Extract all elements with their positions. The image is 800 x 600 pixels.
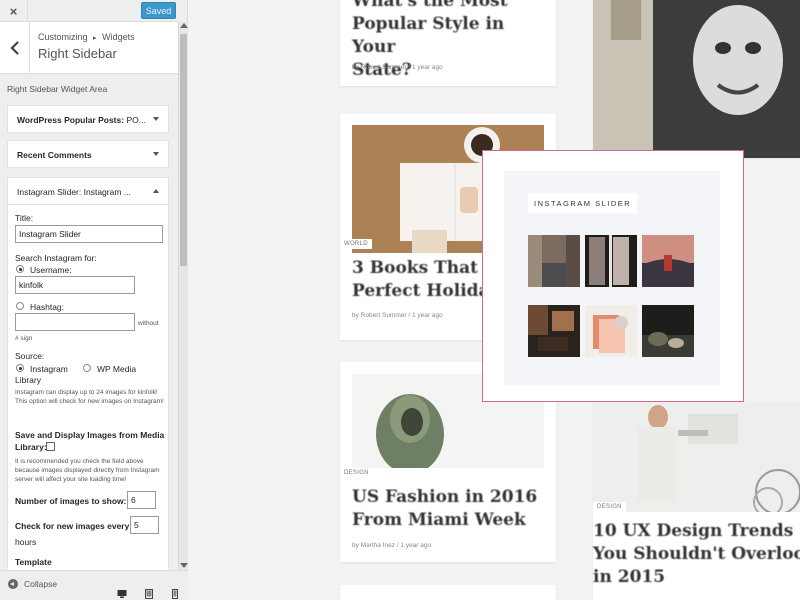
instagram-thumbnail[interactable] xyxy=(642,235,694,287)
close-customizer-button[interactable]: × xyxy=(0,0,28,22)
post-title[interactable]: 10 UX Design Trends You Shouldn't Overlo… xyxy=(593,520,800,589)
widget-area-panel: Customizing ▸ Widgets Right Sidebar Righ… xyxy=(0,22,178,570)
widget-area-description: Right Sidebar Widget Area xyxy=(7,84,108,94)
save-media-label: Save and Display Images from Media Libra… xyxy=(15,430,165,452)
panel-title: Right Sidebar xyxy=(38,46,117,61)
source-media-label: WP Media xyxy=(97,364,137,374)
template-label: Template xyxy=(15,557,52,567)
post-card[interactable]: DESIGN 10 UX Design Trends You Shouldn't… xyxy=(593,402,800,600)
widget-name: WordPress Popular Posts: xyxy=(17,115,125,125)
post-byline: by Martha Inez / 1 year ago xyxy=(352,542,432,549)
post-title[interactable]: US Fashion in 2016 From Miami Week xyxy=(352,486,552,532)
desktop-preview-icon[interactable] xyxy=(117,589,127,599)
widget-subtitle: PO... xyxy=(126,115,146,125)
category-tag[interactable]: WORLD xyxy=(340,239,372,249)
sidebar-scrollbar[interactable] xyxy=(178,22,188,570)
post-card[interactable] xyxy=(593,0,800,158)
num-images-label: Number of images to show: xyxy=(15,496,127,506)
save-media-checkbox[interactable] xyxy=(46,442,55,451)
caret-down-icon[interactable] xyxy=(153,117,159,121)
source-note: Instagram can display up to 24 images fo… xyxy=(15,389,164,405)
tablet-preview-icon[interactable] xyxy=(144,589,154,599)
hashtag-suffix: without xyxy=(138,320,159,327)
source-instagram-radio[interactable] xyxy=(16,364,24,372)
source-instagram-label: Instagram xyxy=(30,364,68,374)
source-media-label-cont: Library xyxy=(15,375,41,385)
widget-recent-comments[interactable]: Recent Comments xyxy=(7,140,169,168)
breadcrumb-separator-icon: ▸ xyxy=(93,35,97,42)
username-radio[interactable] xyxy=(16,265,24,273)
back-button[interactable] xyxy=(0,22,30,74)
title-input[interactable]: Instagram Slider xyxy=(15,225,163,243)
save-media-note: It is recommended you check the field ab… xyxy=(15,458,160,483)
post-card[interactable] xyxy=(340,585,556,600)
category-tag[interactable]: DESIGN xyxy=(593,502,626,512)
caret-down-icon[interactable] xyxy=(153,152,159,156)
username-input[interactable]: kinfolk xyxy=(15,276,135,294)
customizer-sidebar: × Saved Customizing ▸ Widgets Right Side… xyxy=(0,0,188,600)
instagram-thumbnail[interactable] xyxy=(585,235,637,287)
customizer-topbar: × Saved xyxy=(0,0,178,22)
instagram-thumbnail[interactable] xyxy=(528,305,580,357)
caret-up-icon[interactable] xyxy=(153,189,159,193)
check-interval-unit: hours xyxy=(15,537,37,547)
scroll-thumb[interactable] xyxy=(180,34,187,266)
hashtag-radio[interactable] xyxy=(16,302,24,310)
post-image xyxy=(593,0,800,158)
post-image xyxy=(593,402,800,512)
instagram-widget-body: INSTAGRAM SLIDER xyxy=(504,171,720,385)
panel-header: Customizing ▸ Widgets Right Sidebar xyxy=(0,22,178,74)
breadcrumb-root: Customizing xyxy=(38,32,88,42)
instagram-thumbnail[interactable] xyxy=(642,305,694,357)
widget-wordpress-popular-posts[interactable]: WordPress Popular Posts: PO... xyxy=(7,105,169,133)
num-images-input[interactable]: 6 xyxy=(127,491,156,509)
customizer-footer: Collapse xyxy=(0,570,188,600)
username-label: Username: xyxy=(30,265,72,275)
breadcrumb-section: Widgets xyxy=(102,32,135,42)
search-label: Search Instagram for: xyxy=(15,253,97,263)
hashtag-note: # sign xyxy=(15,335,33,342)
mobile-preview-icon[interactable] xyxy=(170,589,180,599)
collapse-arrow-icon xyxy=(8,579,18,589)
source-label: Source: xyxy=(15,351,45,361)
saved-button[interactable]: Saved xyxy=(141,2,176,19)
widget-instagram-slider[interactable]: Instagram Slider: Instagram ... xyxy=(7,177,169,205)
instagram-thumbnail[interactable] xyxy=(528,235,580,287)
widget-subtitle: Instagram ... xyxy=(83,187,131,197)
category-tag[interactable]: DESIGN xyxy=(340,468,373,478)
instagram-widget-title: INSTAGRAM SLIDER xyxy=(528,193,638,213)
widget-name: Recent Comments xyxy=(17,150,92,160)
check-interval-input[interactable]: 5 xyxy=(130,516,159,534)
breadcrumb: Customizing ▸ Widgets xyxy=(38,32,135,42)
widget-name: Instagram Slider: xyxy=(17,187,82,197)
post-card[interactable]: What's the Most Popular Style in Your St… xyxy=(340,0,556,86)
site-preview: What's the Most Popular Style in Your St… xyxy=(188,0,800,600)
post-byline: by Robert Summer / 1 year ago xyxy=(352,312,443,319)
collapse-button[interactable]: Collapse xyxy=(8,579,57,589)
post-byline: by Robert Summer / 1 year ago xyxy=(352,64,443,71)
instagram-widget-form: Title: Instagram Slider Search Instagram… xyxy=(7,205,169,570)
hashtag-label: Hashtag: xyxy=(30,302,65,312)
chevron-left-icon xyxy=(9,41,19,55)
source-media-radio[interactable] xyxy=(83,364,91,372)
scroll-down-arrow-icon[interactable] xyxy=(180,563,188,568)
collapse-label: Collapse xyxy=(24,579,58,589)
check-interval-label: Check for new images every: xyxy=(15,521,133,531)
instagram-thumbnail[interactable] xyxy=(585,305,637,357)
hashtag-input[interactable] xyxy=(15,313,135,331)
title-label: Title: xyxy=(15,213,34,223)
instagram-slider-widget-preview[interactable]: INSTAGRAM SLIDER xyxy=(482,150,744,402)
scroll-up-arrow-icon[interactable] xyxy=(180,23,188,28)
